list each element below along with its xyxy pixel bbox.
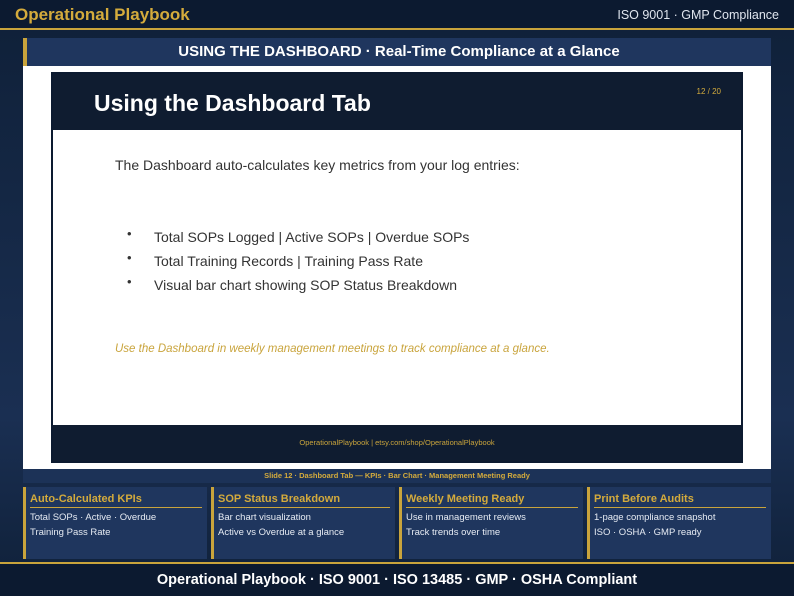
footer-text: Operational Playbook · ISO 9001 · ISO 13…: [156, 572, 638, 588]
top-bar: Operational Playbook ISO 9001 · GMP Comp…: [0, 0, 794, 30]
card-line: Active vs Overdue at a glance: [218, 527, 345, 538]
brand-title: Operational Playbook: [15, 5, 190, 24]
slide-intro: The Dashboard auto-calculates key metric…: [115, 157, 520, 173]
card-print-before-audits: Print Before Audits 1-page compliance sn…: [587, 487, 771, 559]
card-weekly-meeting-ready: Weekly Meeting Ready Use in management r…: [399, 487, 583, 559]
card-line: 1-page compliance snapshot: [594, 512, 716, 523]
card-auto-calculated-kpis: Auto-Calculated KPIs Total SOPs · Active…: [23, 487, 207, 559]
card-title: Auto-Calculated KPIs: [30, 493, 142, 505]
card-title: Weekly Meeting Ready: [406, 493, 525, 505]
card-line: ISO · OSHA · GMP ready: [594, 527, 702, 538]
slide-preview: Using the Dashboard Tab 12 / 20 The Dash…: [51, 72, 743, 463]
card-line: Training Pass Rate: [30, 527, 111, 538]
slide-footer: OperationalPlaybook | etsy.com/shop/Oper…: [53, 425, 741, 461]
card-divider: [594, 507, 766, 508]
card-line: Track trends over time: [406, 527, 501, 538]
card-divider: [30, 507, 202, 508]
slide-header: Using the Dashboard Tab 12 / 20: [53, 74, 741, 130]
slide-caption: Slide 12 · Dashboard Tab — KPIs · Bar Ch…: [23, 469, 771, 483]
card-line: Total SOPs · Active · Overdue: [30, 512, 157, 523]
card-title: SOP Status Breakdown: [218, 493, 341, 505]
card-line: Bar chart visualization: [218, 512, 311, 523]
page-footer: Operational Playbook · ISO 9001 · ISO 13…: [0, 562, 794, 596]
caption-text: Slide 12 · Dashboard Tab — KPIs · Bar Ch…: [264, 471, 530, 480]
slide-stage: Using the Dashboard Tab 12 / 20 The Dash…: [23, 66, 771, 469]
bullet-item: Total Training Records | Training Pass R…: [127, 249, 469, 276]
section-banner: USING THE DASHBOARD · Real-Time Complian…: [23, 38, 771, 66]
bullet-list: Total SOPs Logged | Active SOPs | Overdu…: [127, 225, 469, 300]
slide-title: Using the Dashboard Tab: [94, 90, 371, 116]
card-title: Print Before Audits: [594, 493, 694, 505]
card-sop-status-breakdown: SOP Status Breakdown Bar chart visualiza…: [211, 487, 395, 559]
card-divider: [218, 507, 390, 508]
slide-page-number: 12 / 20: [696, 87, 721, 96]
card-line: Use in management reviews: [406, 512, 526, 523]
banner-text: USING THE DASHBOARD · Real-Time Complian…: [178, 43, 620, 60]
slide-footer-text: OperationalPlaybook | etsy.com/shop/Oper…: [299, 438, 495, 447]
standard-label: ISO 9001 · GMP Compliance: [617, 8, 779, 22]
bullet-item: Visual bar chart showing SOP Status Brea…: [127, 273, 469, 300]
bullet-item: Total SOPs Logged | Active SOPs | Overdu…: [127, 225, 469, 252]
slide-tip: Use the Dashboard in weekly management m…: [115, 343, 550, 355]
card-divider: [406, 507, 578, 508]
